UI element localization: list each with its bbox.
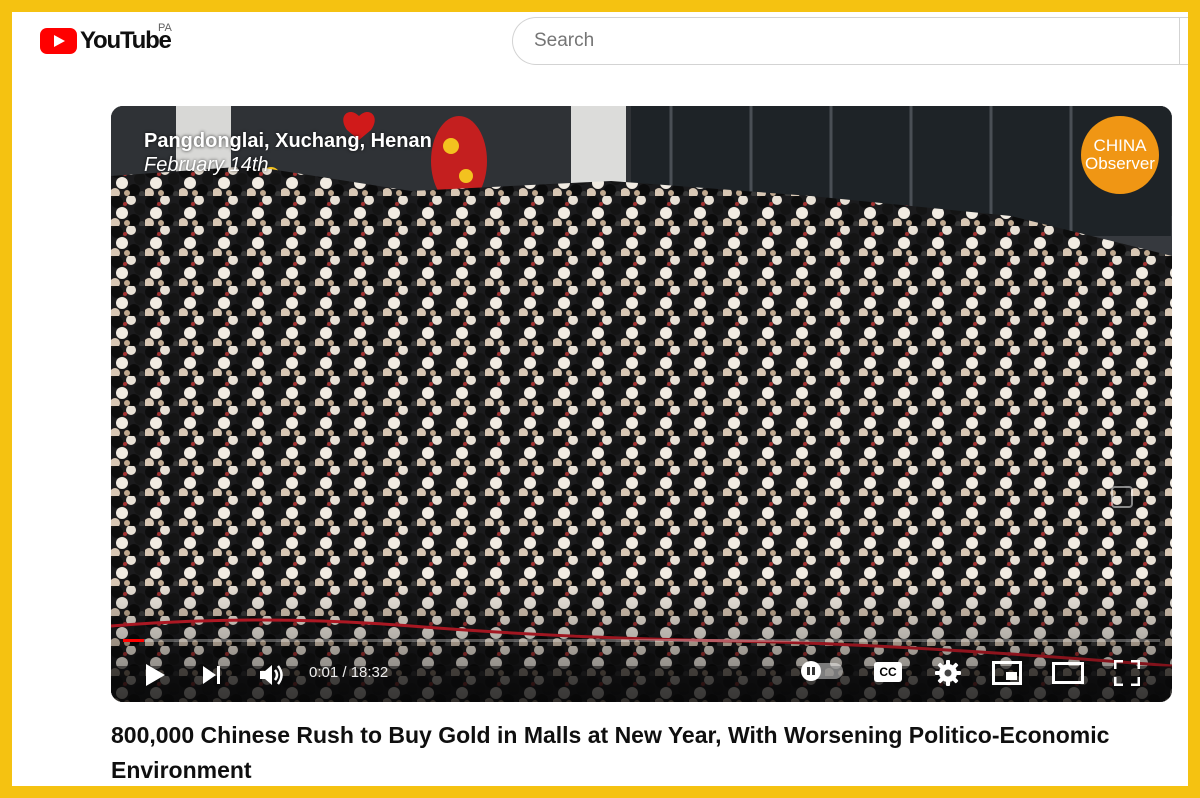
progress-bar[interactable] <box>123 639 1160 642</box>
youtube-logo[interactable]: YouTube <box>40 28 172 54</box>
fullscreen-icon <box>1114 660 1140 686</box>
play-button[interactable] <box>144 663 166 687</box>
next-icon <box>203 666 220 684</box>
watermark-line1: CHINA <box>1093 136 1147 155</box>
autoplay-toggle[interactable] <box>801 661 843 681</box>
volume-icon <box>260 665 283 685</box>
search-input[interactable] <box>532 29 1136 53</box>
overlay-date: February 14th <box>144 154 269 176</box>
country-code: PA <box>158 22 172 34</box>
channel-watermark[interactable]: CHINA Observer <box>1081 116 1159 194</box>
youtube-play-logo-icon <box>40 28 77 54</box>
progress-played <box>123 639 144 642</box>
search-box[interactable] <box>512 17 1188 65</box>
watermark-line2: Observer <box>1085 154 1155 173</box>
youtube-page: YouTube PA Search Pangdonglai, Xuchang, … <box>12 12 1188 786</box>
cc-button[interactable]: CC <box>874 662 902 682</box>
volume-button[interactable] <box>259 663 285 687</box>
overlay-location: Pangdonglai, Xuchang, Henan <box>144 130 432 152</box>
video-title: 800,000 Chinese Rush to Buy Gold in Mall… <box>111 722 1110 783</box>
settings-gear-icon <box>935 660 961 686</box>
card-teaser-icon[interactable] <box>1111 486 1133 508</box>
miniplayer-button[interactable] <box>992 661 1022 685</box>
fullscreen-button[interactable] <box>1114 660 1140 686</box>
time-display: 0:01 / 18:32 <box>309 664 389 681</box>
settings-button[interactable] <box>935 660 961 686</box>
autoplay-knob <box>801 661 821 681</box>
theater-mode-icon <box>1052 662 1084 684</box>
theater-mode-button[interactable] <box>1052 662 1084 684</box>
play-icon <box>146 664 165 686</box>
next-button[interactable] <box>202 665 222 685</box>
video-player[interactable]: Pangdonglai, Xuchang, Henan February 14t… <box>111 106 1172 702</box>
miniplayer-icon <box>992 661 1022 685</box>
pause-icon <box>807 667 815 675</box>
video-overlay-caption: Pangdonglai, Xuchang, Henan February 14t… <box>144 128 432 176</box>
search-divider <box>1179 17 1180 65</box>
